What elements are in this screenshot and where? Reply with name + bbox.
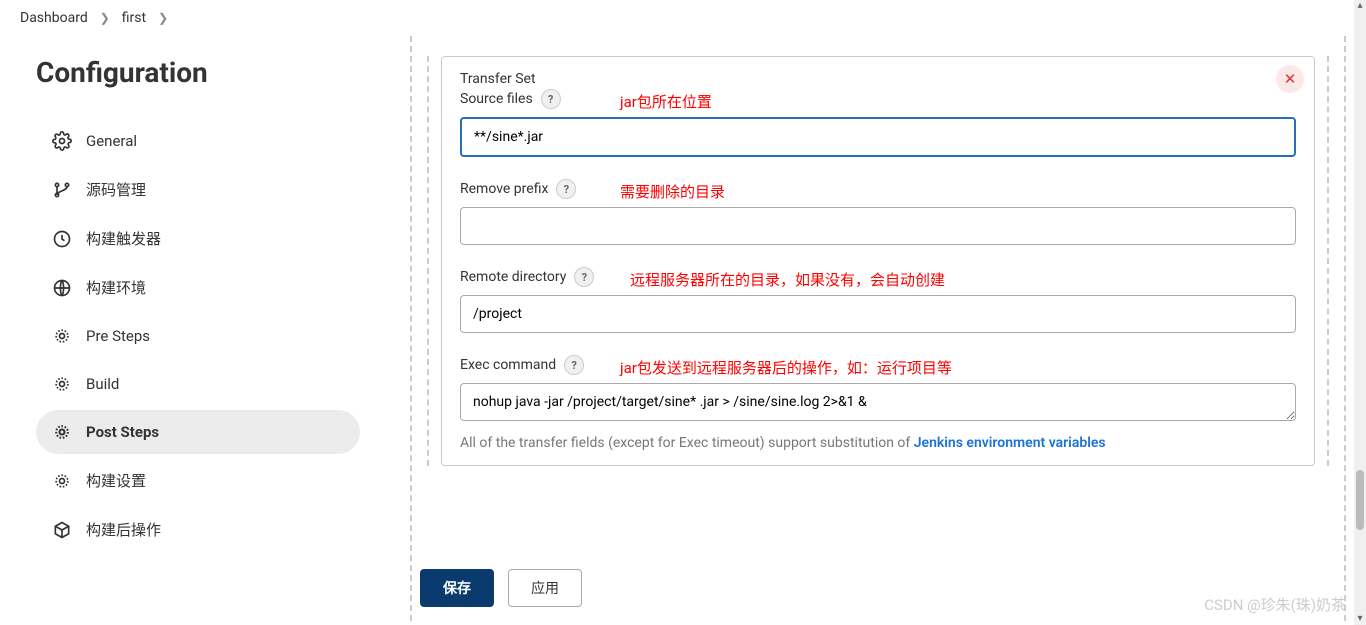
breadcrumb-link-first[interactable]: first (122, 10, 146, 26)
sidebar-item-label: 构建后操作 (86, 519, 161, 540)
scrollbar-thumb[interactable] (1356, 470, 1364, 530)
sidebar-item-pre-steps[interactable]: Pre Steps (36, 314, 360, 358)
branch-icon (52, 180, 72, 200)
remote-directory-label: Remote directory (460, 269, 566, 285)
sidebar-item-triggers[interactable]: 构建触发器 (36, 216, 360, 261)
sidebar-item-label: Pre Steps (86, 327, 150, 345)
scroll-down-arrow[interactable]: ▾ (1354, 613, 1366, 625)
main-content: ✕ Transfer Set Source files ? jar包所在位置 (380, 36, 1366, 621)
remove-prefix-input[interactable] (460, 207, 1296, 245)
help-icon[interactable]: ? (574, 267, 594, 287)
annotation-source-files: jar包所在位置 (620, 91, 712, 112)
annotation-exec-command: jar包发送到远程服务器后的操作，如：运行项目等 (620, 357, 952, 378)
breadcrumb: Dashboard ❯ first ❯ (0, 0, 1366, 36)
sidebar-item-label: 构建环境 (86, 277, 146, 298)
sidebar-item-general[interactable]: General (36, 119, 360, 163)
chevron-right-icon: ❯ (100, 11, 110, 25)
scroll-up-arrow[interactable]: ▴ (1354, 0, 1366, 12)
sidebar: Configuration General 源码管理 构建触发器 构建环境 Pr… (0, 36, 380, 621)
sidebar-item-post-steps[interactable]: Post Steps (36, 410, 360, 454)
sidebar-item-post-build[interactable]: 构建后操作 (36, 507, 360, 552)
footnote: All of the transfer fields (except for E… (460, 435, 1296, 451)
help-icon[interactable]: ? (541, 89, 561, 109)
sidebar-item-label: General (86, 132, 137, 150)
sidebar-item-build-settings[interactable]: 构建设置 (36, 458, 360, 503)
help-icon[interactable]: ? (556, 179, 576, 199)
remove-prefix-label: Remove prefix (460, 181, 548, 197)
gear-icon (52, 326, 72, 346)
source-files-label: Source files (460, 91, 533, 107)
outer-scrollbar[interactable]: ▴ ▾ (1354, 0, 1366, 625)
annotation-remove-prefix: 需要删除的目录 (620, 181, 725, 202)
gear-icon (52, 131, 72, 151)
source-files-input[interactable] (460, 117, 1296, 157)
sidebar-item-environment[interactable]: 构建环境 (36, 265, 360, 310)
exec-command-label: Exec command (460, 357, 556, 373)
apply-button[interactable]: 应用 (508, 569, 582, 607)
transfer-set-panel: ✕ Transfer Set Source files ? jar包所在位置 (441, 56, 1315, 466)
clock-icon (52, 229, 72, 249)
exec-command-input[interactable] (460, 383, 1296, 421)
breadcrumb-link-dashboard[interactable]: Dashboard (20, 10, 88, 26)
gear-icon (52, 422, 72, 442)
globe-icon (52, 278, 72, 298)
help-icon[interactable]: ? (564, 355, 584, 375)
save-button[interactable]: 保存 (420, 569, 494, 607)
env-vars-link[interactable]: Jenkins environment variables (914, 435, 1106, 451)
sidebar-item-label: 构建触发器 (86, 228, 161, 249)
section-title: Transfer Set (460, 71, 1296, 87)
sidebar-item-build[interactable]: Build (36, 362, 360, 406)
sidebar-item-label: Build (86, 375, 119, 393)
annotation-remote-directory: 远程服务器所在的目录，如果没有，会自动创建 (630, 269, 945, 290)
sidebar-item-label: Post Steps (86, 423, 159, 441)
page-title: Configuration (36, 56, 360, 89)
remote-directory-input[interactable] (460, 295, 1296, 333)
package-icon (52, 520, 72, 540)
sidebar-item-label: 源码管理 (86, 179, 146, 200)
sidebar-item-label: 构建设置 (86, 470, 146, 491)
gear-icon (52, 471, 72, 491)
button-bar: 保存 应用 (420, 559, 582, 617)
gear-icon (52, 374, 72, 394)
close-icon: ✕ (1284, 70, 1297, 88)
sidebar-item-scm[interactable]: 源码管理 (36, 167, 360, 212)
chevron-right-icon: ❯ (158, 11, 168, 25)
